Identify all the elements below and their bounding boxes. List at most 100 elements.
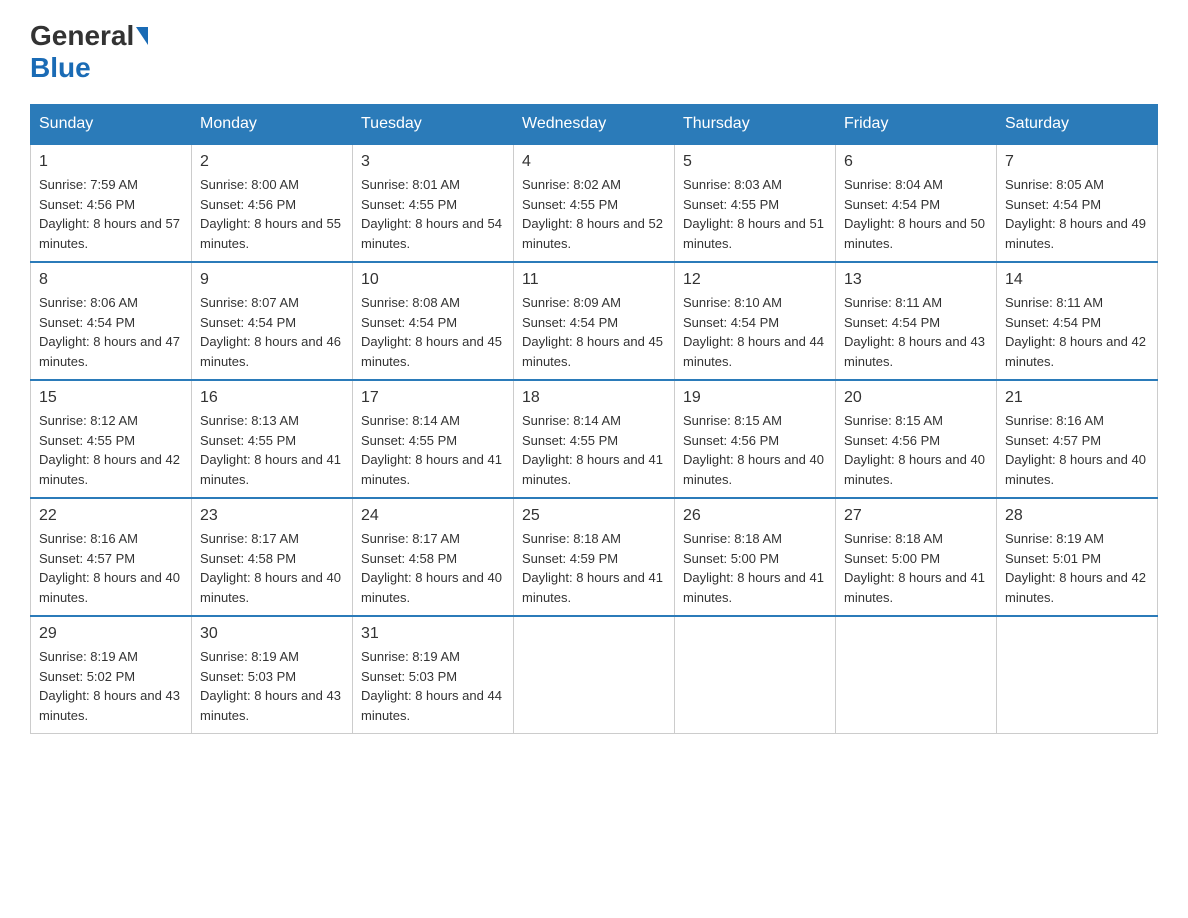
- day-info: Sunrise: 8:12 AMSunset: 4:55 PMDaylight:…: [39, 411, 183, 489]
- calendar-day-cell: 5 Sunrise: 8:03 AMSunset: 4:55 PMDaylight…: [675, 144, 836, 262]
- day-number: 13: [844, 271, 988, 289]
- day-number: 21: [1005, 389, 1149, 407]
- day-info: Sunrise: 8:19 AMSunset: 5:01 PMDaylight:…: [1005, 529, 1149, 607]
- day-info: Sunrise: 8:18 AMSunset: 4:59 PMDaylight:…: [522, 529, 666, 607]
- day-number: 16: [200, 389, 344, 407]
- calendar-day-cell: 28 Sunrise: 8:19 AMSunset: 5:01 PMDayligh…: [997, 498, 1158, 616]
- day-info: Sunrise: 8:15 AMSunset: 4:56 PMDaylight:…: [844, 411, 988, 489]
- day-number: 9: [200, 271, 344, 289]
- day-number: 3: [361, 153, 505, 171]
- day-of-week-header: Monday: [192, 105, 353, 145]
- calendar-day-cell: 29 Sunrise: 8:19 AMSunset: 5:02 PMDayligh…: [31, 616, 192, 734]
- calendar-day-cell: 2 Sunrise: 8:00 AMSunset: 4:56 PMDaylight…: [192, 144, 353, 262]
- calendar-day-cell: [675, 616, 836, 734]
- day-number: 2: [200, 153, 344, 171]
- calendar-day-cell: 23Sunrise: 8:17 AMSunset: 4:58 PMDayligh…: [192, 498, 353, 616]
- day-info: Sunrise: 8:06 AMSunset: 4:54 PMDaylight:…: [39, 293, 183, 371]
- day-number: 1: [39, 153, 183, 171]
- calendar-day-cell: 26 Sunrise: 8:18 AMSunset: 5:00 PMDayligh…: [675, 498, 836, 616]
- calendar-week-row: 29 Sunrise: 8:19 AMSunset: 5:02 PMDayligh…: [31, 616, 1158, 734]
- day-of-week-header: Wednesday: [514, 105, 675, 145]
- day-info: Sunrise: 8:18 AMSunset: 5:00 PMDaylight:…: [683, 529, 827, 607]
- day-info: Sunrise: 8:14 AMSunset: 4:55 PMDaylight:…: [522, 411, 666, 489]
- calendar-day-cell: 9 Sunrise: 8:07 AMSunset: 4:54 PMDaylight…: [192, 262, 353, 380]
- day-number: 4: [522, 153, 666, 171]
- calendar-week-row: 8 Sunrise: 8:06 AMSunset: 4:54 PMDaylight…: [31, 262, 1158, 380]
- day-info: Sunrise: 8:19 AMSunset: 5:03 PMDaylight:…: [200, 647, 344, 725]
- calendar-week-row: 15Sunrise: 8:12 AMSunset: 4:55 PMDayligh…: [31, 380, 1158, 498]
- day-number: 5: [683, 153, 827, 171]
- day-number: 7: [1005, 153, 1149, 171]
- day-info: Sunrise: 8:09 AMSunset: 4:54 PMDaylight:…: [522, 293, 666, 371]
- calendar-header-row: SundayMondayTuesdayWednesdayThursdayFrid…: [31, 105, 1158, 145]
- day-info: Sunrise: 8:08 AMSunset: 4:54 PMDaylight:…: [361, 293, 505, 371]
- calendar-day-cell: 4 Sunrise: 8:02 AMSunset: 4:55 PMDaylight…: [514, 144, 675, 262]
- calendar-day-cell: 6Sunrise: 8:04 AMSunset: 4:54 PMDaylight…: [836, 144, 997, 262]
- day-number: 31: [361, 625, 505, 643]
- calendar-day-cell: 10 Sunrise: 8:08 AMSunset: 4:54 PMDayligh…: [353, 262, 514, 380]
- day-number: 19: [683, 389, 827, 407]
- calendar-day-cell: 24 Sunrise: 8:17 AMSunset: 4:58 PMDayligh…: [353, 498, 514, 616]
- calendar-day-cell: 18Sunrise: 8:14 AMSunset: 4:55 PMDayligh…: [514, 380, 675, 498]
- day-number: 29: [39, 625, 183, 643]
- day-number: 10: [361, 271, 505, 289]
- day-info: Sunrise: 8:10 AMSunset: 4:54 PMDaylight:…: [683, 293, 827, 371]
- logo-arrow-icon: [136, 27, 148, 45]
- calendar-day-cell: [997, 616, 1158, 734]
- calendar-day-cell: 15Sunrise: 8:12 AMSunset: 4:55 PMDayligh…: [31, 380, 192, 498]
- day-info: Sunrise: 8:15 AMSunset: 4:56 PMDaylight:…: [683, 411, 827, 489]
- day-info: Sunrise: 8:00 AMSunset: 4:56 PMDaylight:…: [200, 175, 344, 253]
- calendar-day-cell: 7 Sunrise: 8:05 AMSunset: 4:54 PMDaylight…: [997, 144, 1158, 262]
- day-number: 24: [361, 507, 505, 525]
- day-number: 6: [844, 153, 988, 171]
- page-header: General Blue: [30, 20, 1158, 84]
- day-of-week-header: Tuesday: [353, 105, 514, 145]
- day-number: 14: [1005, 271, 1149, 289]
- day-info: Sunrise: 8:17 AMSunset: 4:58 PMDaylight:…: [361, 529, 505, 607]
- calendar-day-cell: [514, 616, 675, 734]
- day-number: 12: [683, 271, 827, 289]
- day-number: 28: [1005, 507, 1149, 525]
- day-info: Sunrise: 8:16 AMSunset: 4:57 PMDaylight:…: [1005, 411, 1149, 489]
- day-info: Sunrise: 8:14 AMSunset: 4:55 PMDaylight:…: [361, 411, 505, 489]
- day-info: Sunrise: 8:18 AMSunset: 5:00 PMDaylight:…: [844, 529, 988, 607]
- calendar-day-cell: 30 Sunrise: 8:19 AMSunset: 5:03 PMDayligh…: [192, 616, 353, 734]
- day-info: Sunrise: 7:59 AMSunset: 4:56 PMDaylight:…: [39, 175, 183, 253]
- calendar-day-cell: 27 Sunrise: 8:18 AMSunset: 5:00 PMDayligh…: [836, 498, 997, 616]
- day-info: Sunrise: 8:16 AMSunset: 4:57 PMDaylight:…: [39, 529, 183, 607]
- day-info: Sunrise: 8:11 AMSunset: 4:54 PMDaylight:…: [1005, 293, 1149, 371]
- day-info: Sunrise: 8:01 AMSunset: 4:55 PMDaylight:…: [361, 175, 505, 253]
- calendar-week-row: 22 Sunrise: 8:16 AMSunset: 4:57 PMDayligh…: [31, 498, 1158, 616]
- day-number: 27: [844, 507, 988, 525]
- day-number: 26: [683, 507, 827, 525]
- calendar-day-cell: 14 Sunrise: 8:11 AMSunset: 4:54 PMDayligh…: [997, 262, 1158, 380]
- calendar-week-row: 1 Sunrise: 7:59 AMSunset: 4:56 PMDaylight…: [31, 144, 1158, 262]
- calendar-day-cell: 17 Sunrise: 8:14 AMSunset: 4:55 PMDayligh…: [353, 380, 514, 498]
- day-info: Sunrise: 8:19 AMSunset: 5:03 PMDaylight:…: [361, 647, 505, 725]
- logo: General Blue: [30, 20, 150, 84]
- day-info: Sunrise: 8:07 AMSunset: 4:54 PMDaylight:…: [200, 293, 344, 371]
- day-info: Sunrise: 8:05 AMSunset: 4:54 PMDaylight:…: [1005, 175, 1149, 253]
- day-info: Sunrise: 8:13 AMSunset: 4:55 PMDaylight:…: [200, 411, 344, 489]
- calendar-table: SundayMondayTuesdayWednesdayThursdayFrid…: [30, 104, 1158, 734]
- day-info: Sunrise: 8:02 AMSunset: 4:55 PMDaylight:…: [522, 175, 666, 253]
- calendar-day-cell: 12 Sunrise: 8:10 AMSunset: 4:54 PMDayligh…: [675, 262, 836, 380]
- day-info: Sunrise: 8:19 AMSunset: 5:02 PMDaylight:…: [39, 647, 183, 725]
- calendar-day-cell: 21 Sunrise: 8:16 AMSunset: 4:57 PMDayligh…: [997, 380, 1158, 498]
- day-number: 22: [39, 507, 183, 525]
- calendar-day-cell: 11 Sunrise: 8:09 AMSunset: 4:54 PMDayligh…: [514, 262, 675, 380]
- day-number: 17: [361, 389, 505, 407]
- day-info: Sunrise: 8:17 AMSunset: 4:58 PMDaylight:…: [200, 529, 344, 607]
- calendar-day-cell: 1 Sunrise: 7:59 AMSunset: 4:56 PMDaylight…: [31, 144, 192, 262]
- calendar-day-cell: 19 Sunrise: 8:15 AMSunset: 4:56 PMDayligh…: [675, 380, 836, 498]
- day-number: 25: [522, 507, 666, 525]
- day-number: 11: [522, 271, 666, 289]
- day-of-week-header: Sunday: [31, 105, 192, 145]
- calendar-day-cell: 31 Sunrise: 8:19 AMSunset: 5:03 PMDayligh…: [353, 616, 514, 734]
- calendar-day-cell: [836, 616, 997, 734]
- day-info: Sunrise: 8:03 AMSunset: 4:55 PMDaylight:…: [683, 175, 827, 253]
- calendar-day-cell: 16 Sunrise: 8:13 AMSunset: 4:55 PMDayligh…: [192, 380, 353, 498]
- day-number: 8: [39, 271, 183, 289]
- day-number: 30: [200, 625, 344, 643]
- calendar-day-cell: 20Sunrise: 8:15 AMSunset: 4:56 PMDayligh…: [836, 380, 997, 498]
